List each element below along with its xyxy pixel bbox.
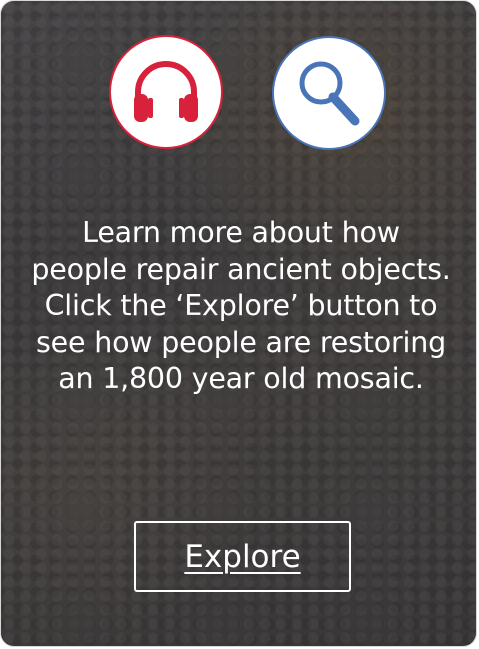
search-button[interactable] — [272, 36, 386, 150]
explore-button[interactable]: Explore — [134, 521, 351, 592]
explore-card: Learn more about how people repair ancie… — [0, 0, 477, 647]
headphones-icon — [134, 61, 198, 122]
magnifier-icon — [299, 61, 360, 126]
description-text: Learn more about how people repair ancie… — [31, 216, 451, 395]
audio-button[interactable] — [109, 35, 223, 149]
